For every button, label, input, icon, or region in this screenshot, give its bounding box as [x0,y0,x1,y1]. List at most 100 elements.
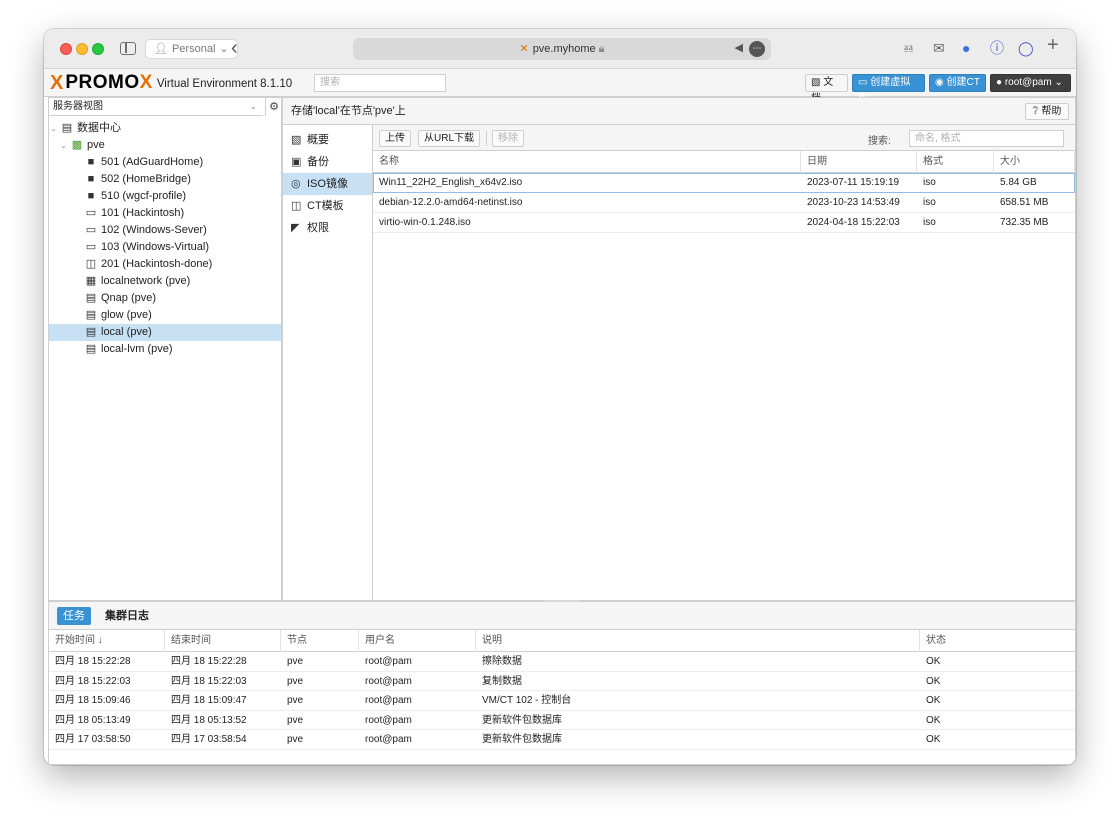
tree-item[interactable]: ▤ glow (pve) [49,307,281,324]
user-icon: ● [996,77,1003,88]
cell-node: pve [287,656,304,667]
create-ct-button[interactable]: ◉ 创建CT [929,74,986,92]
download-icon[interactable]: ⎂ [903,40,914,56]
tree-item-datacenter[interactable]: ⌄ ▤ 数据中心 [49,120,281,137]
chevron-down-icon: ⌄ [249,101,257,111]
task-row[interactable]: 四月 18 15:22:03 四月 18 15:22:03 pve root@p… [49,672,1075,691]
cell-size: 732.35 MB [1000,217,1049,228]
cell-start: 四月 18 15:09:46 [55,695,131,706]
chevron-down-icon[interactable]: ⌄ [59,137,68,154]
cell-description: VM/CT 102 - 控制台 [482,695,572,706]
search-label: 搜索: [868,136,891,147]
minimize-window-button[interactable] [76,43,88,55]
tab-tasks[interactable]: 任务 [57,607,91,625]
unlock-icon: ◤ [291,222,300,234]
task-table: 开始时间 ↓ 结束时间 节点 用户名 说明 状态 四月 18 15:22:28 … [49,630,1075,750]
column-header-description[interactable]: 说明 [476,630,920,652]
upload-button[interactable]: 上传 [379,130,411,147]
menu-backup[interactable]: ▣ 备份 [283,151,372,173]
tree-item[interactable]: ■ 501 (AdGuardHome) [49,154,281,171]
column-header-status[interactable]: 状态 [920,630,1076,652]
audio-icon[interactable]: ◀︎ [735,41,743,54]
tree-item[interactable]: ■ 502 (HomeBridge) [49,171,281,188]
column-header-node[interactable]: 节点 [281,630,359,652]
storage-panel: 存储'local'在节点'pve'上 ❔︎ 帮助 ▧ 概要 ▣ 备份 ◎ ISO镜像 … [282,97,1076,601]
search-input[interactable]: 搜索 [314,74,446,92]
panel-title-bar: 存储'local'在节点'pve'上 ❔︎ 帮助 [283,98,1075,125]
iso-table: 名称 日期 格式 大小 Win11_22H2_English_x64v2.iso… [373,151,1075,233]
close-window-button[interactable] [60,43,72,55]
column-header-start[interactable]: 开始时间 ↓ [49,630,165,652]
gear-icon[interactable]: ⚙ [265,98,282,116]
tree-item-node-pve[interactable]: ⌄ ▩ pve [49,137,281,154]
column-header-user[interactable]: 用户名 [359,630,476,652]
cell-user: root@pam [365,695,412,706]
tree-item-label: 102 (Windows-Sever) [101,224,207,236]
password-manager-icon[interactable]: ⓘ [990,40,1004,56]
book-icon: ▧ [811,77,821,88]
create-vm-button[interactable]: ▭ 创建虚拟机 [852,74,925,104]
more-icon[interactable]: ⋯ [749,41,765,57]
download-url-button[interactable]: 从URL下载 [418,130,481,147]
help-button[interactable]: ❔︎ 帮助 [1025,103,1069,120]
back-arrow-icon[interactable]: ‹ [231,37,238,59]
shield-icon[interactable]: ◯ [1018,40,1034,56]
docs-button[interactable]: ▧ 文档 [805,74,848,104]
column-header-date[interactable]: 日期 [801,151,917,173]
task-row[interactable]: 四月 17 03:58:50 四月 17 03:58:54 pve root@p… [49,730,1075,750]
task-log-panel: 任务 集群日志 开始时间 ↓ 结束时间 节点 用户名 说明 状态 四月 18 1… [48,600,1076,765]
extension-icon[interactable]: ● [962,40,970,56]
panel-title: 存储'local'在节点'pve'上 [291,105,406,117]
task-row[interactable]: 四月 18 15:09:46 四月 18 15:09:47 pve root@p… [49,691,1075,711]
cell-end: 四月 18 15:09:47 [171,695,247,706]
tab-cluster-log[interactable]: 集群日志 [99,607,155,625]
address-bar[interactable]: ✕ pve.myhome 🔒︎ ◀︎ ⋯ [353,38,771,60]
chevron-down-icon[interactable]: ⌄ [49,120,58,137]
table-row[interactable]: Win11_22H2_English_x64v2.iso 2023-07-11 … [373,173,1075,193]
resource-tree: 服务器视图 ⌄ ⚙ ⌄ ▤ 数据中心 ⌄ ▩ pve ■ 501 (AdGuardHome… [48,97,282,601]
safari-toolbar: 👤︎ Personal ⌄ ‹ ✕ pve.myhome 🔒︎ ◀︎ ⋯ ⎂ ✉︎ … [44,29,1076,69]
tree-item[interactable]: ◫ 201 (Hackintosh-done) [49,256,281,273]
remove-button[interactable]: 移除 [492,130,524,147]
task-table-header: 开始时间 ↓ 结束时间 节点 用户名 说明 状态 [49,630,1075,652]
tree-item-label: glow (pve) [101,309,152,321]
user-menu-button[interactable]: ● root@pam ⌄ [990,74,1071,92]
task-row[interactable]: 四月 18 15:22:28 四月 18 15:22:28 pve root@p… [49,652,1075,672]
cell-date: 2023-10-23 14:53:49 [807,197,900,208]
tree-item[interactable]: ■ 510 (wgcf-profile) [49,188,281,205]
sidebar-toggle-icon[interactable] [120,42,136,55]
floppy-icon: ▣ [291,156,302,168]
vm-running-icon: ■ [87,156,95,168]
storage-icon: ▤ [85,343,97,355]
tree-item-label: 103 (Windows-Virtual) [101,241,210,253]
menu-iso-images[interactable]: ◎ ISO镜像 [283,173,372,195]
menu-permissions[interactable]: ◤ 权限 [283,217,372,239]
new-tab-icon[interactable]: + [1047,35,1059,55]
task-row[interactable]: 四月 18 05:13:49 四月 18 05:13:52 pve root@p… [49,711,1075,730]
vm-running-icon: ■ [87,173,95,185]
iso-search-input[interactable]: 命名, 格式 [909,130,1064,147]
view-select[interactable]: 服务器视图 ⌄ [49,98,263,116]
tree-item[interactable]: ▤ local-lvm (pve) [49,341,281,358]
storage-icon: ▤ [85,292,97,304]
column-header-size[interactable]: 大小 [994,151,1075,173]
menu-ct-templates[interactable]: ◫ CT模板 [283,195,372,217]
cell-description: 更新软件包数据库 [482,714,562,726]
tree-item[interactable]: ▦ localnetwork (pve) [49,273,281,290]
profile-button[interactable]: 👤︎ Personal ⌄ [145,39,238,59]
tree-item-selected[interactable]: ▤ local (pve) [49,324,281,341]
table-row[interactable]: debian-12.2.0-amd64-netinst.iso 2023-10-… [373,193,1075,213]
column-header-name[interactable]: 名称 [373,151,801,173]
menu-summary[interactable]: ▧ 概要 [283,129,372,151]
node-icon: ▩ [71,139,83,151]
column-header-format[interactable]: 格式 [917,151,994,173]
tree-item[interactable]: ▤ Qnap (pve) [49,290,281,307]
column-header-end[interactable]: 结束时间 [165,630,281,652]
tree-item[interactable]: ▭ 102 (Windows-Sever) [49,222,281,239]
tree-item[interactable]: ▭ 103 (Windows-Virtual) [49,239,281,256]
reader-icon[interactable]: ✉︎ [933,40,945,56]
table-row[interactable]: virtio-win-0.1.248.iso 2024-04-18 15:22:… [373,213,1075,233]
cell-end: 四月 18 05:13:52 [171,714,247,726]
tree-item[interactable]: ▭ 101 (Hackintosh) [49,205,281,222]
zoom-window-button[interactable] [92,43,104,55]
